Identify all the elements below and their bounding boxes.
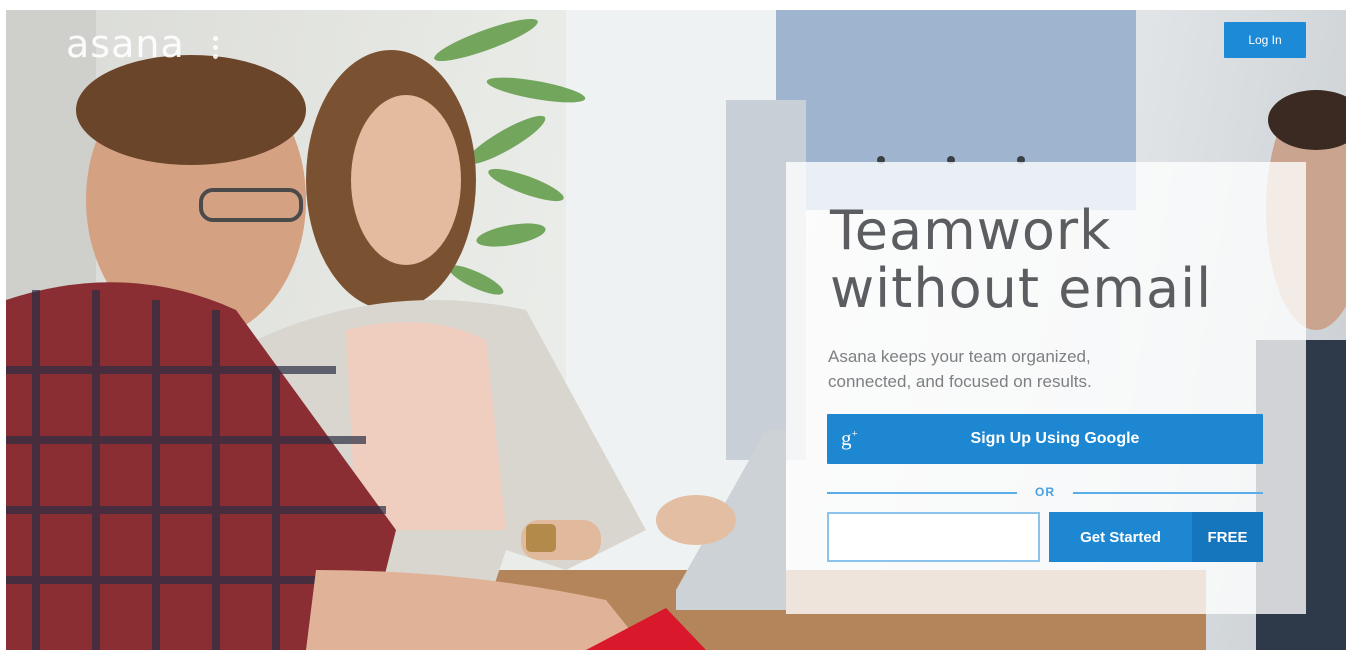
headline: Teamwork without email — [830, 202, 1212, 318]
subheadline: Asana keeps your team organized, connect… — [828, 344, 1092, 394]
divider-line-right — [1073, 492, 1263, 494]
hero-section: asana Log In Teamwork without email Asan… — [6, 10, 1346, 650]
signup-panel: Teamwork without email Asana keeps your … — [786, 162, 1306, 614]
headline-line-2: without email — [830, 257, 1213, 320]
subheadline-line-2: connected, and focused on results. — [828, 372, 1092, 391]
log-in-button[interactable]: Log In — [1224, 22, 1306, 58]
headline-line-1: Teamwork — [830, 199, 1112, 262]
sign-up-google-button[interactable]: g+ Sign Up Using Google — [827, 414, 1263, 464]
asana-logo[interactable]: asana — [66, 22, 185, 66]
free-badge: FREE — [1192, 512, 1263, 562]
email-input[interactable] — [827, 512, 1040, 562]
subheadline-line-1: Asana keeps your team organized, — [828, 347, 1091, 366]
logo-dots-icon — [213, 36, 219, 60]
or-divider: OR — [827, 484, 1263, 500]
get-started-button[interactable]: Get Started FREE — [1049, 512, 1263, 562]
sign-up-google-label: Sign Up Using Google — [970, 430, 1140, 447]
get-started-label: Get Started — [1080, 528, 1161, 546]
